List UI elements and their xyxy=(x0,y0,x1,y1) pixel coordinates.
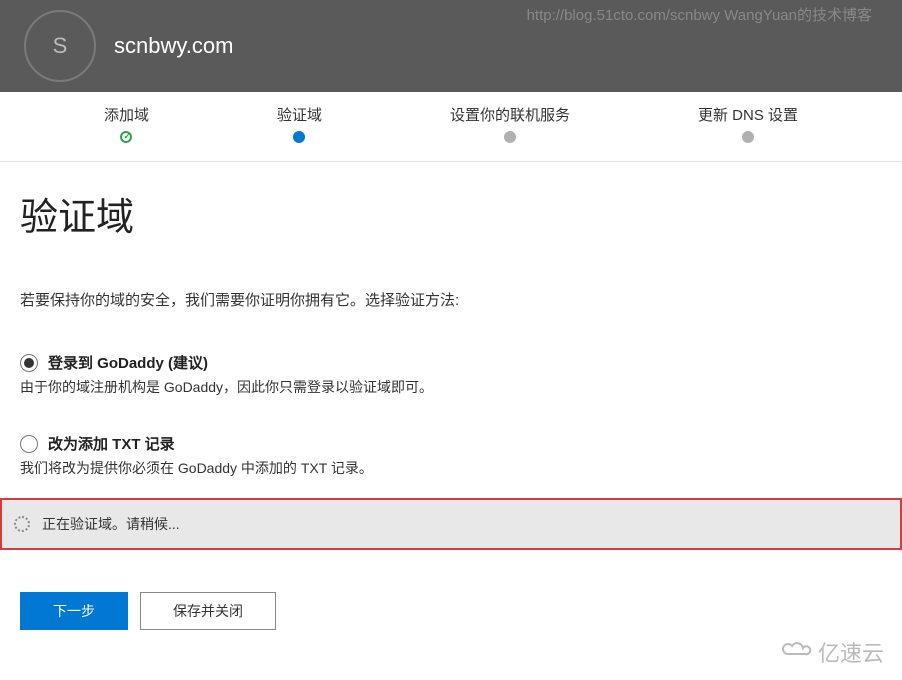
step-label: 验证域 xyxy=(277,104,322,125)
blog-watermark: http://blog.51cto.com/scnbwy WangYuan的技术… xyxy=(527,4,872,25)
check-icon xyxy=(120,131,132,143)
option-txt-desc: 我们将改为提供你必须在 GoDaddy 中添加的 TXT 记录。 xyxy=(20,458,882,478)
step-update-dns[interactable]: 更新 DNS 设置 xyxy=(698,104,798,143)
status-text: 正在验证域。请稍候... xyxy=(42,514,180,534)
avatar-letter: S xyxy=(53,33,68,59)
dot-icon xyxy=(742,131,754,143)
wizard-stepper: 添加域 验证域 设置你的联机服务 更新 DNS 设置 xyxy=(0,92,902,162)
step-add-domain[interactable]: 添加域 xyxy=(104,104,149,143)
step-label: 更新 DNS 设置 xyxy=(698,104,798,125)
radio-unselected-icon[interactable] xyxy=(20,435,38,453)
radio-selected-icon[interactable] xyxy=(20,354,38,372)
status-bar: 正在验证域。请稍候... xyxy=(0,498,902,550)
dot-icon xyxy=(293,131,305,143)
option-godaddy-desc: 由于你的域注册机构是 GoDaddy，因此你只需登录以验证域即可。 xyxy=(20,377,882,397)
step-label: 添加域 xyxy=(104,104,149,125)
option-godaddy[interactable]: 登录到 GoDaddy (建议) 由于你的域注册机构是 GoDaddy，因此你只… xyxy=(20,352,882,397)
avatar: S xyxy=(24,10,96,82)
dot-icon xyxy=(504,131,516,143)
page-title: 验证域 xyxy=(20,186,882,241)
domain-title: scnbwy.com xyxy=(114,33,233,59)
step-label: 设置你的联机服务 xyxy=(450,104,570,125)
option-godaddy-label: 登录到 GoDaddy (建议) xyxy=(48,352,208,373)
step-online-services[interactable]: 设置你的联机服务 xyxy=(450,104,570,143)
step-verify-domain[interactable]: 验证域 xyxy=(277,104,322,143)
footer-logo: 亿速云 xyxy=(780,636,884,668)
save-close-button[interactable]: 保存并关闭 xyxy=(140,592,276,630)
button-row: 下一步 保存并关闭 xyxy=(20,592,276,630)
spinner-icon xyxy=(14,516,30,532)
next-button[interactable]: 下一步 xyxy=(20,592,128,630)
option-txt-label: 改为添加 TXT 记录 xyxy=(48,433,175,454)
option-txt[interactable]: 改为添加 TXT 记录 我们将改为提供你必须在 GoDaddy 中添加的 TXT… xyxy=(20,433,882,478)
footer-logo-text: 亿速云 xyxy=(818,636,884,668)
instruction-text: 若要保持你的域的安全，我们需要你证明你拥有它。选择验证方法: xyxy=(20,289,882,310)
cloud-icon xyxy=(780,639,814,665)
content-area: 验证域 若要保持你的域的安全，我们需要你证明你拥有它。选择验证方法: 登录到 G… xyxy=(0,162,902,550)
